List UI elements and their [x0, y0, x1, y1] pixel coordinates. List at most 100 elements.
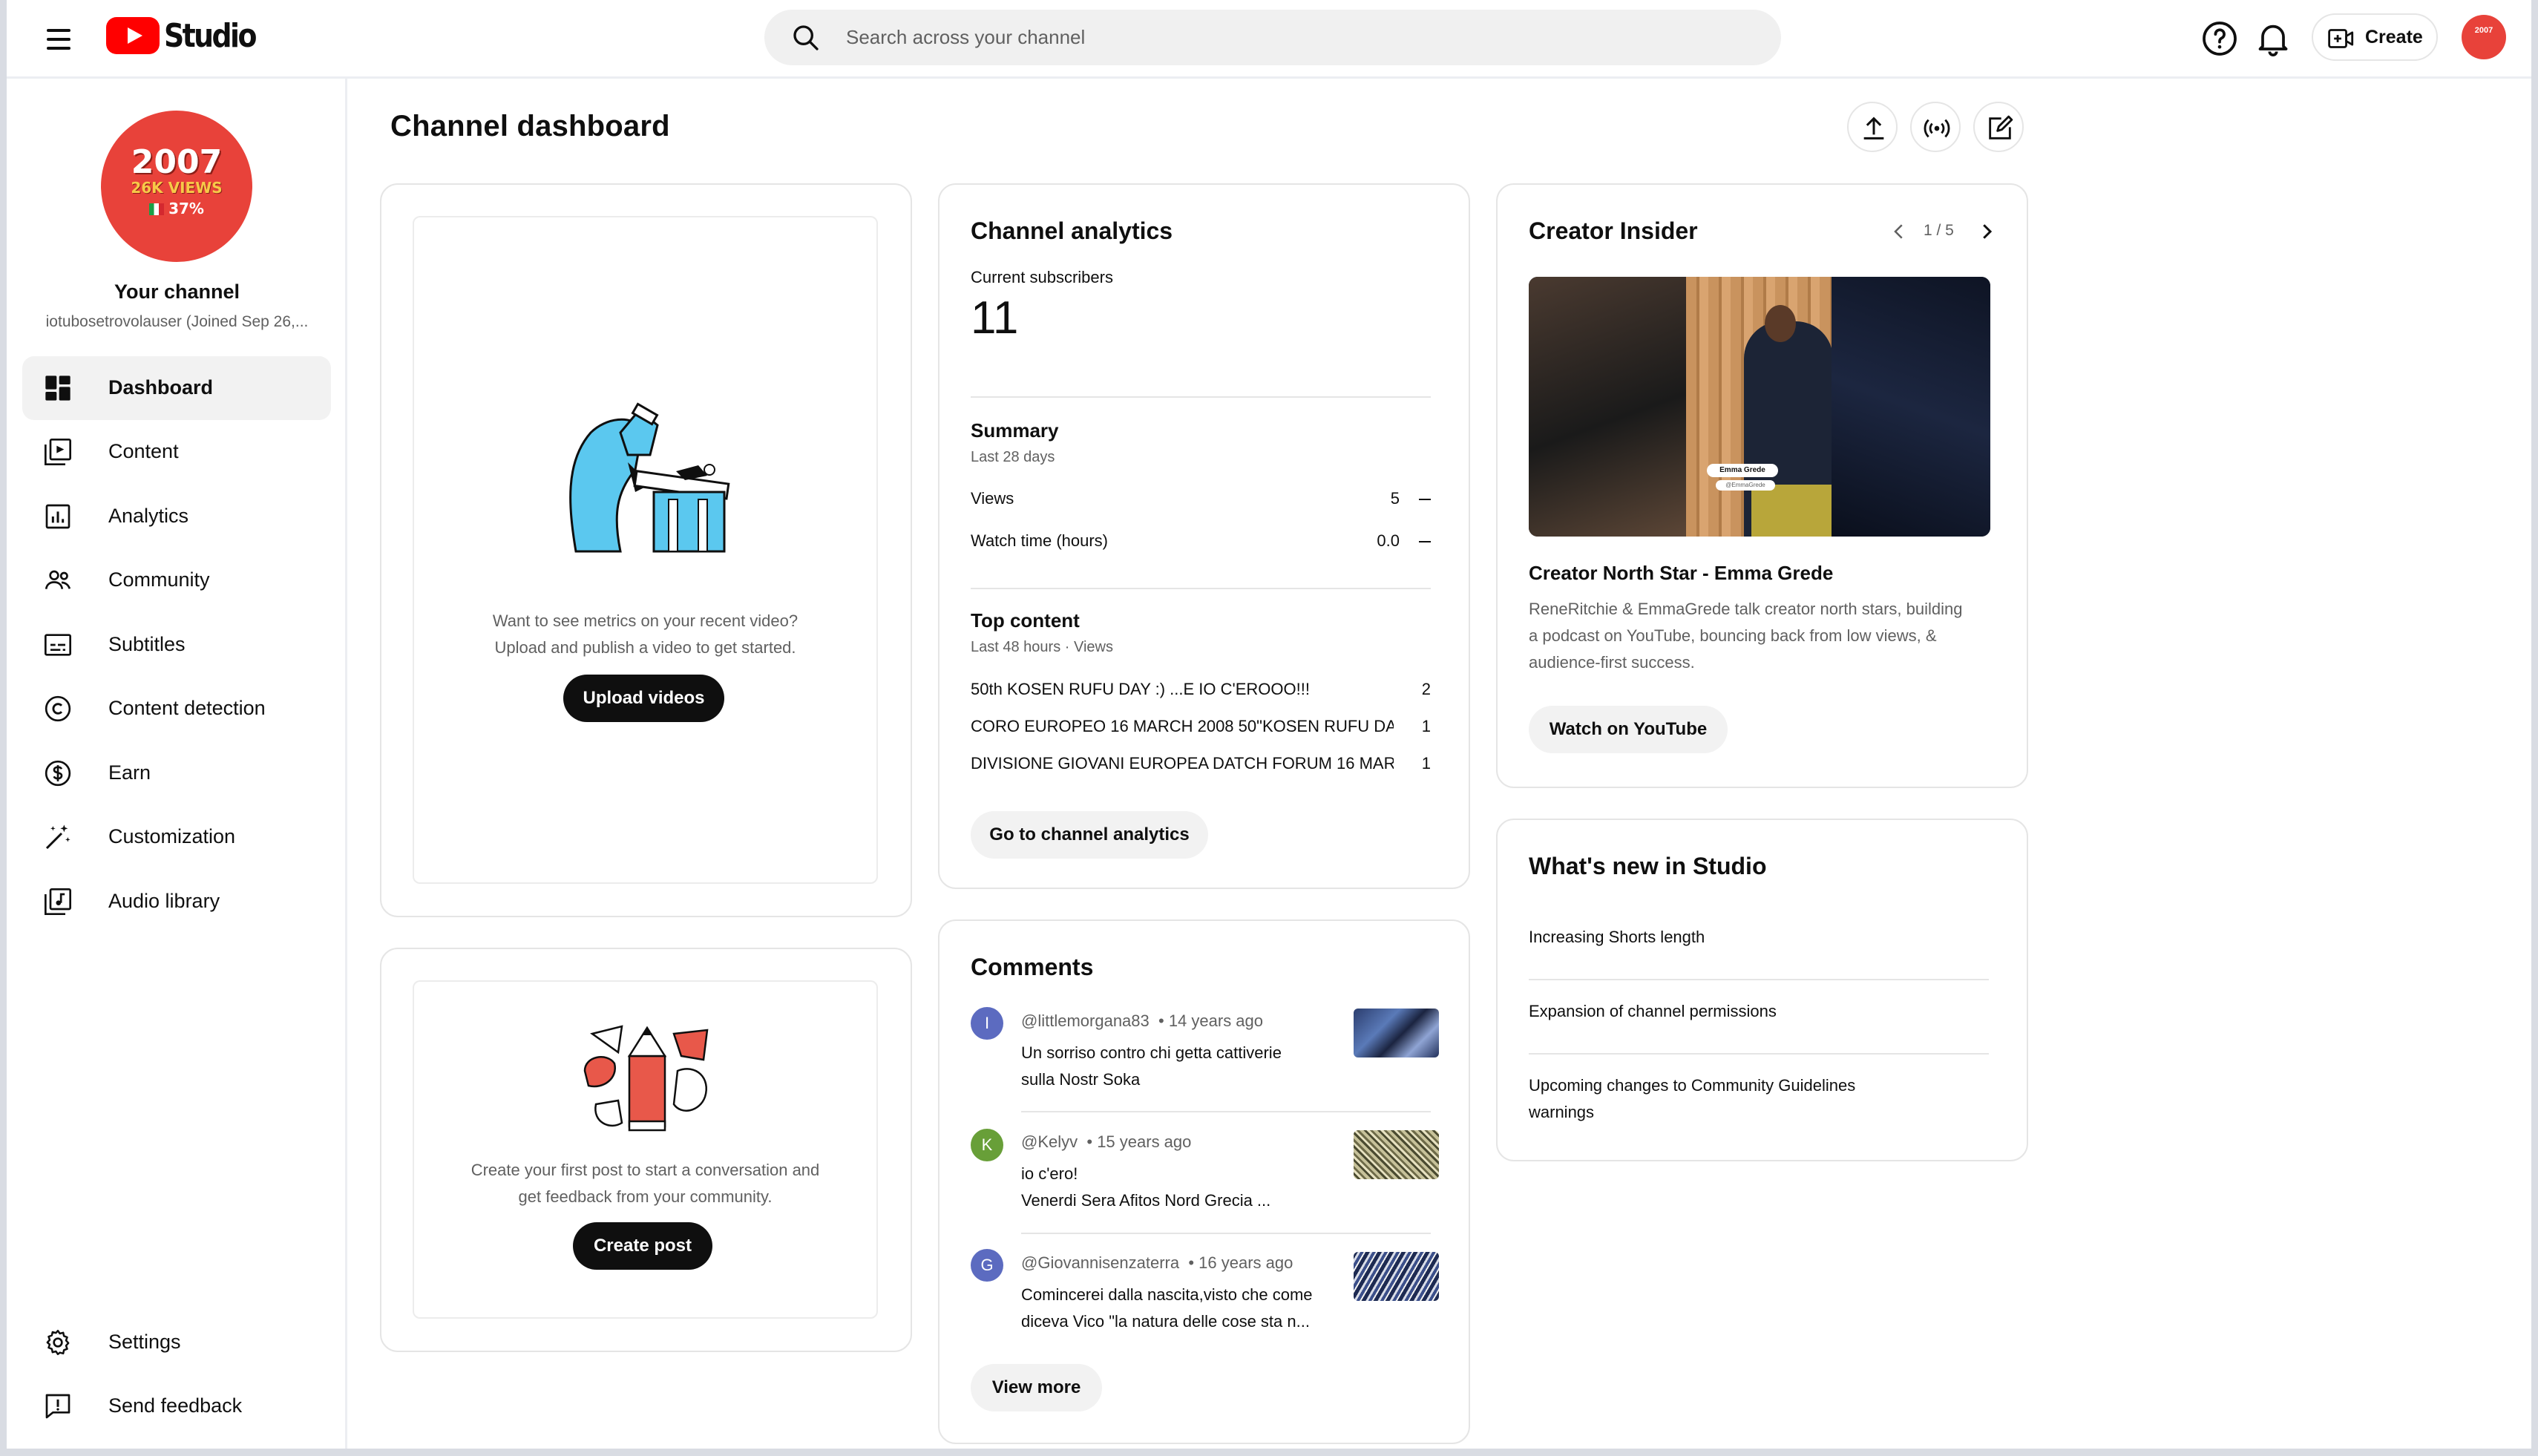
comment-meta: @littlemorgana83 • 14 years ago: [1021, 1011, 1263, 1031]
divider: [971, 396, 1431, 398]
create-button[interactable]: Create: [2312, 13, 2438, 61]
post-prompt-line2: get feedback from your community.: [518, 1187, 773, 1206]
views-value: 5: [1390, 489, 1400, 508]
account-avatar[interactable]: 2007: [2462, 15, 2506, 59]
upload-illustration: [569, 402, 730, 553]
insider-video-description: ReneRitchie & EmmaGrede talk creator nor…: [1529, 596, 1996, 676]
whats-new-item[interactable]: Expansion of channel permissions: [1529, 998, 1989, 1025]
sidebar-item-customization[interactable]: Customization: [22, 805, 331, 869]
thumbnail-panel-right: [1832, 277, 1990, 537]
divider: [1529, 979, 1989, 980]
thumbnail-caption: Emma Grede: [1707, 464, 1778, 477]
sidebar-item-audio-library[interactable]: Audio library: [22, 870, 331, 934]
go-live-button[interactable]: [1910, 102, 1961, 152]
create-post-card: Create your first post to start a conver…: [380, 948, 912, 1352]
avatar-percent-row: 37%: [101, 200, 252, 217]
upload-videos-button[interactable]: Upload videos: [563, 675, 724, 722]
upload-card: Want to see metrics on your recent video…: [380, 183, 912, 917]
top-content-item-title[interactable]: DIVISIONE GIOVANI EUROPEA DATCH FORUM 16…: [971, 754, 1394, 773]
search-input[interactable]: Search across your channel: [846, 26, 1085, 49]
view-more-comments-button[interactable]: View more: [971, 1364, 1102, 1411]
creator-insider-card: Creator Insider 1 / 5 Emma Grede @EmmaGr…: [1496, 183, 2028, 788]
comment-video-thumbnail[interactable]: [1354, 1009, 1439, 1057]
top-content-title: Top content: [971, 609, 1080, 632]
search-bar[interactable]: Search across your channel: [764, 10, 1781, 65]
notifications-bell-icon[interactable]: [2252, 18, 2294, 59]
avatar-views: 26K VIEWS: [131, 179, 223, 197]
summary-period: Last 28 days: [971, 449, 1055, 465]
whats-new-item[interactable]: Upcoming changes to Community Guidelines…: [1529, 1072, 1989, 1126]
top-content-item-title[interactable]: 50th KOSEN RUFU DAY :) ...E IO C'EROOO!!…: [971, 680, 1394, 699]
upload-icon: [1863, 117, 1884, 140]
watch-on-youtube-button[interactable]: Watch on YouTube: [1529, 706, 1728, 753]
go-to-analytics-button[interactable]: Go to channel analytics: [971, 811, 1208, 859]
carousel-pager: 1 / 5: [1924, 222, 1954, 239]
comment-text: Comincerei dalla nascita,visto che come d…: [1021, 1282, 1340, 1335]
watch-time-trend-dash: [1419, 541, 1431, 542]
menu-icon[interactable]: [39, 21, 76, 58]
news-line: warnings: [1529, 1103, 1595, 1121]
comment-video-thumbnail[interactable]: [1354, 1130, 1439, 1179]
thumbnail-panel-left: [1529, 277, 1686, 537]
comment-video-thumbnail[interactable]: [1354, 1252, 1439, 1301]
comment-author[interactable]: @Giovannisenzaterra: [1021, 1253, 1179, 1272]
comment-line: Comincerei dalla nascita,visto che come: [1021, 1285, 1313, 1304]
comment-meta: @Kelyv • 15 years ago: [1021, 1132, 1191, 1152]
comment-line: Venerdi Sera Afitos Nord Grecia ...: [1021, 1191, 1271, 1210]
sidebar-item-send-feedback[interactable]: Send feedback: [22, 1374, 331, 1438]
commenter-avatar[interactable]: I: [971, 1007, 1003, 1040]
sidebar-item-content[interactable]: Content: [22, 420, 331, 484]
top-content-item-title[interactable]: CORO EUROPEO 16 MARCH 2008 50"KOSEN RUFU…: [971, 717, 1394, 736]
channel-avatar[interactable]: 2007 26K VIEWS 37%: [101, 111, 252, 262]
sidebar-item-subtitles[interactable]: Subtitles: [22, 613, 331, 677]
top-content-item-views: 2: [1421, 680, 1431, 698]
watch-time-value: 0.0: [1377, 531, 1400, 550]
search-icon: [793, 25, 819, 50]
commenter-avatar[interactable]: G: [971, 1249, 1003, 1282]
sidebar-item-content-detection[interactable]: Content detection: [22, 677, 331, 741]
commenter-avatar[interactable]: K: [971, 1129, 1003, 1161]
gear-icon: [46, 1329, 70, 1356]
app-name: Studio: [164, 16, 257, 55]
summary-title: Summary: [971, 419, 1059, 442]
divider: [1529, 1053, 1989, 1055]
chevron-right-icon[interactable]: [1975, 220, 1998, 243]
sidebar-item-analytics[interactable]: Analytics: [22, 485, 331, 548]
comment-author[interactable]: @littlemorgana83: [1021, 1011, 1150, 1030]
magic-wand-icon: [45, 824, 70, 850]
whats-new-card: What's new in Studio Increasing Shorts l…: [1496, 819, 2028, 1161]
description-line: ReneRitchie & EmmaGrede talk creator nor…: [1529, 600, 1963, 618]
comment-author[interactable]: @Kelyv: [1021, 1132, 1078, 1151]
subscribers-label: Current subscribers: [971, 268, 1113, 286]
whats-new-title: What's new in Studio: [1529, 853, 1767, 879]
sidebar-item-community[interactable]: Community: [22, 548, 331, 612]
insider-video-title[interactable]: Creator North Star - Emma Grede: [1529, 562, 1833, 585]
post-illustration: [583, 1025, 709, 1132]
sidebar-item-dashboard[interactable]: Dashboard: [22, 356, 331, 420]
content-icon: [45, 439, 72, 465]
studio-logo[interactable]: Studio: [106, 15, 270, 56]
upload-button[interactable]: [1847, 102, 1898, 152]
sidebar-item-label: Analytics: [108, 505, 189, 527]
whats-new-item[interactable]: Increasing Shorts length: [1529, 924, 1989, 951]
create-post-cta[interactable]: Create post: [573, 1222, 712, 1270]
comments-title: Comments: [971, 954, 1094, 980]
sidebar-item-label: Earn: [108, 761, 151, 784]
top-content-period: Last 48 hours · Views: [971, 639, 1113, 655]
create-post-button[interactable]: [1973, 102, 2024, 152]
analytics-icon: [45, 504, 70, 529]
thumbnail-person-head: [1765, 305, 1796, 342]
comment-line: sulla Nostr Soka: [1021, 1070, 1141, 1089]
help-icon[interactable]: [2199, 18, 2240, 59]
create-post-card-inner: Create your first post to start a conver…: [413, 980, 878, 1319]
creator-insider-thumbnail[interactable]: Emma Grede @EmmaGrede: [1529, 277, 1990, 537]
sidebar-item-earn[interactable]: Earn: [22, 741, 331, 805]
sidebar-item-label: Content detection: [108, 697, 266, 719]
sidebar-item-label: Audio library: [108, 890, 220, 912]
chevron-left-icon[interactable]: [1888, 220, 1910, 243]
feedback-icon: [45, 1394, 70, 1419]
sidebar-item-settings[interactable]: Settings: [22, 1311, 331, 1374]
subscribers-count: 11: [971, 292, 1019, 344]
comment-meta: @Giovannisenzaterra • 16 years ago: [1021, 1253, 1293, 1273]
creator-insider-title: Creator Insider: [1529, 217, 1698, 244]
